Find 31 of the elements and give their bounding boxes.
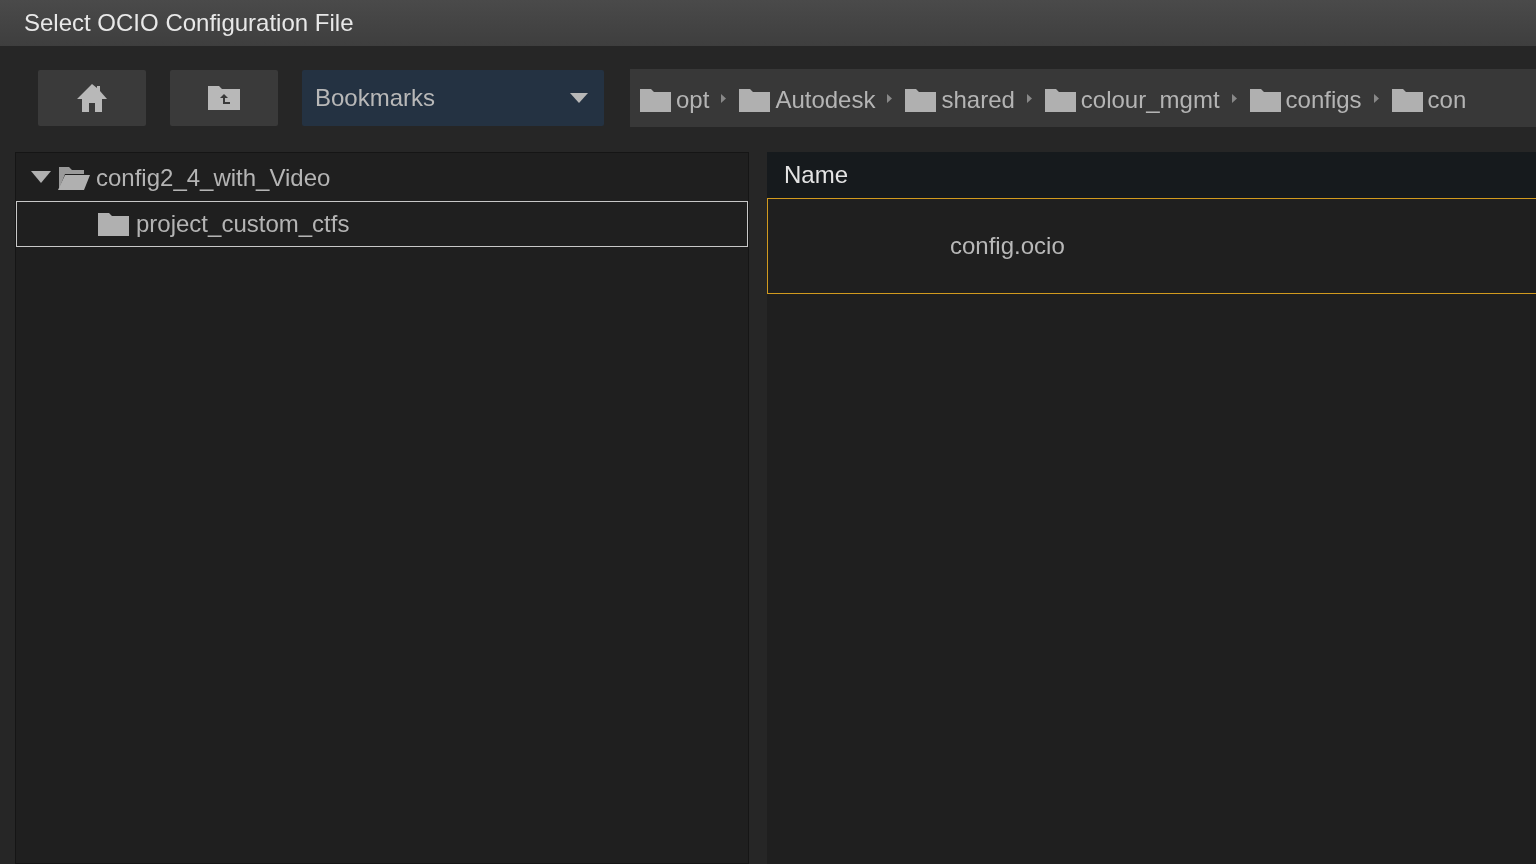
chevron-icon	[1373, 93, 1379, 103]
window-title: Select OCIO Configuration File	[24, 9, 354, 37]
path-segment[interactable]: con	[1390, 82, 1467, 114]
chevron-icon	[1026, 93, 1032, 103]
parent-folder-button[interactable]	[170, 70, 278, 126]
caret-icon	[570, 93, 588, 103]
folder-icon	[1390, 87, 1424, 113]
folder-up-icon	[207, 85, 241, 111]
expand-arrow-icon[interactable]	[31, 171, 51, 185]
folder-icon	[1248, 87, 1282, 113]
folder-icon	[904, 87, 938, 113]
folder-icon	[738, 87, 772, 113]
path-segment[interactable]: shared	[904, 82, 1015, 114]
home-icon	[76, 83, 108, 113]
home-button[interactable]	[38, 70, 146, 126]
open-folder-icon	[57, 165, 90, 191]
tree-item[interactable]: config2_4_with_Video	[16, 155, 748, 201]
bookmarks-dropdown[interactable]: Bookmarks	[302, 70, 604, 126]
path-segment[interactable]: Autodesk	[738, 82, 876, 114]
path-segment[interactable]: configs	[1248, 82, 1362, 114]
path-segment[interactable]: opt	[639, 82, 710, 114]
folder-icon	[97, 211, 130, 237]
chevron-icon	[721, 93, 727, 103]
chevron-icon	[1231, 93, 1237, 103]
chevron-icon	[887, 93, 893, 103]
column-header: Name	[767, 152, 1536, 198]
folder-icon	[639, 87, 672, 113]
tree-item[interactable]: project_custom_ctfs	[16, 201, 748, 247]
file-row[interactable]: config.ocio	[767, 198, 1536, 294]
path-segment[interactable]: colour_mgmt	[1043, 82, 1220, 114]
folder-icon	[1043, 87, 1077, 113]
